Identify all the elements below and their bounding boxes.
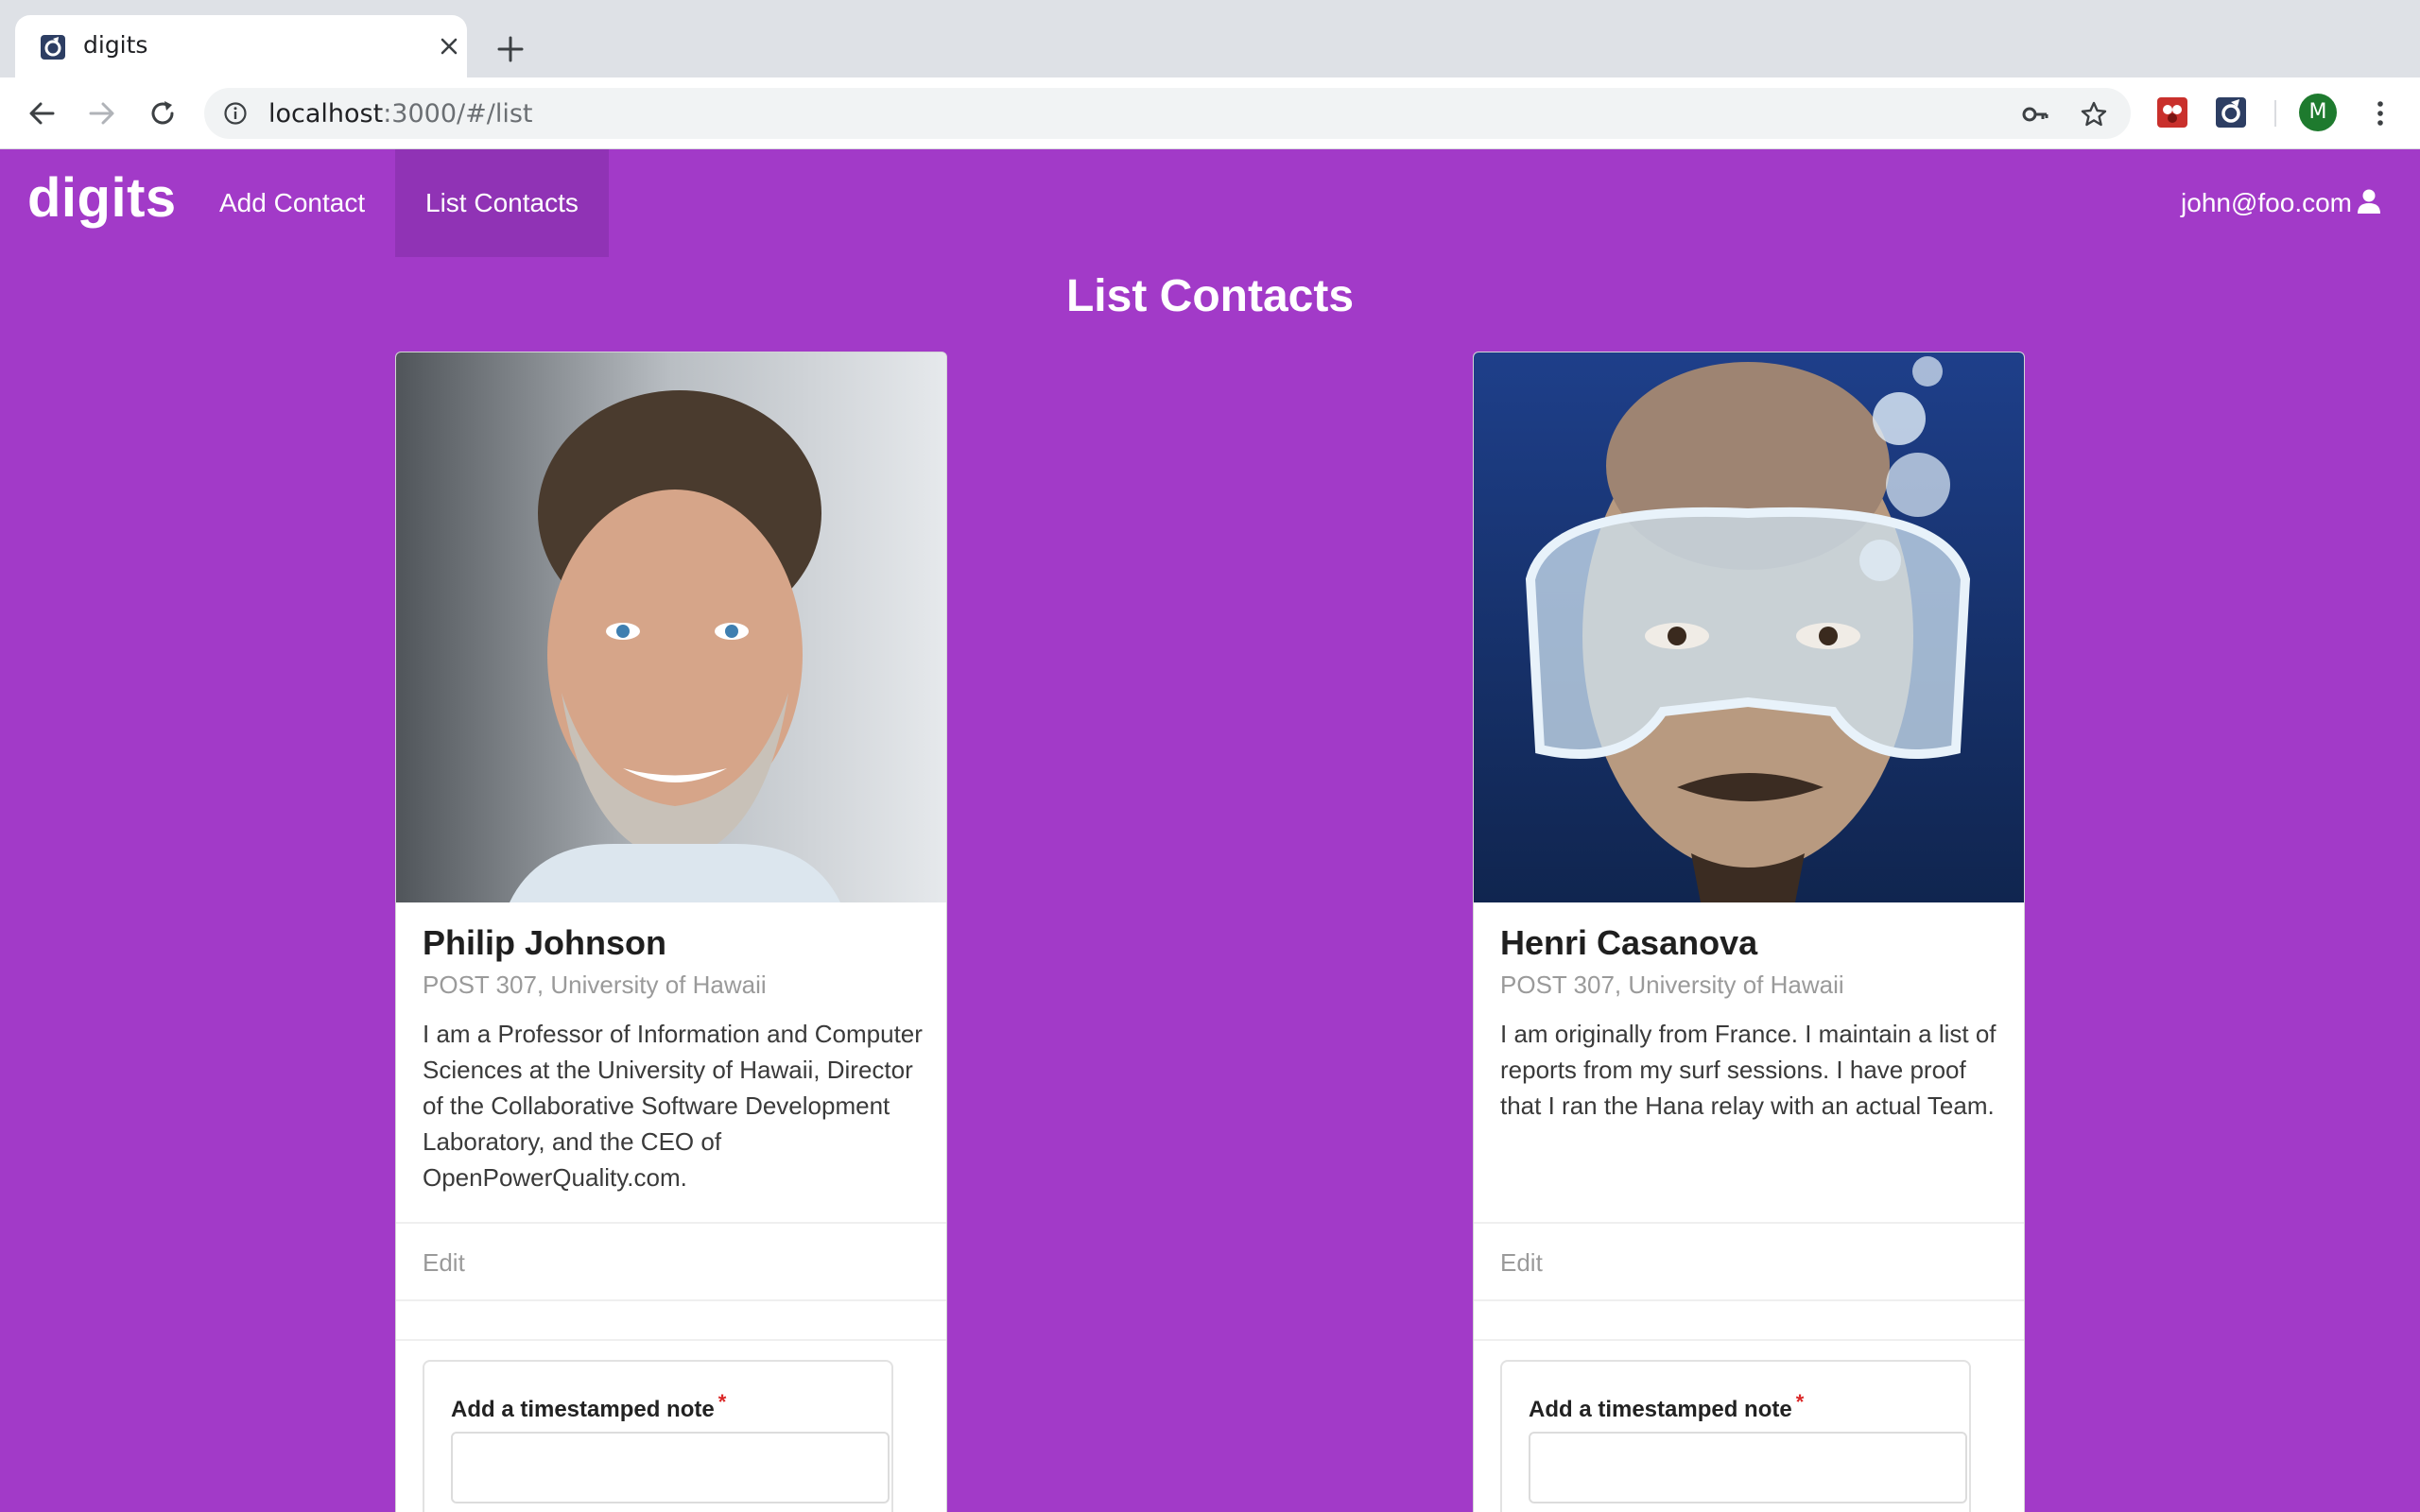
contact-name: Philip Johnson (423, 923, 666, 962)
required-asterisk: * (717, 1390, 727, 1414)
required-asterisk: * (1795, 1390, 1805, 1414)
back-arrow-icon[interactable] (25, 96, 59, 130)
card-divider (396, 1222, 946, 1224)
add-note-form: Add a timestamped note * (1500, 1360, 1971, 1512)
profile-avatar[interactable]: M (2299, 94, 2337, 131)
forward-arrow-icon[interactable] (85, 96, 119, 130)
address-bar[interactable]: localhost:3000/#/list (204, 88, 2131, 139)
url-text[interactable]: localhost:3000/#/list (268, 99, 533, 129)
reload-icon[interactable] (146, 96, 180, 130)
contact-description: I am a Professor of Information and Comp… (423, 1020, 923, 1192)
url-path: :3000/#/list (383, 99, 533, 129)
contact-photo (1474, 352, 2024, 902)
user-email: john@foo.com (2181, 188, 2352, 217)
edit-link[interactable]: Edit (1500, 1248, 1543, 1278)
extension-meteor-icon[interactable] (2214, 95, 2248, 129)
key-icon[interactable] (2021, 100, 2049, 129)
contact-description: I am originally from France. I maintain … (1500, 1020, 1996, 1120)
contact-address: POST 307, University of Hawaii (1500, 971, 1844, 999)
nav-list-contacts[interactable]: List Contacts (395, 149, 609, 257)
note-input[interactable] (1529, 1432, 1967, 1503)
contact-card: Henri Casanova POST 307, University of H… (1473, 352, 2025, 1512)
browser-menu-icon[interactable] (2363, 96, 2397, 130)
note-label-text: Add a timestamped note (1529, 1397, 1792, 1422)
contact-address: POST 307, University of Hawaii (423, 971, 767, 999)
site-favicon-icon (41, 35, 65, 60)
info-icon[interactable] (223, 101, 248, 126)
close-tab-icon[interactable] (437, 34, 461, 59)
note-label: Add a timestamped note * (451, 1390, 726, 1423)
card-divider (396, 1299, 946, 1301)
edit-link[interactable]: Edit (423, 1248, 465, 1278)
tab-title: digits (83, 31, 148, 59)
extension-record-icon[interactable] (2155, 95, 2189, 129)
browser-toolbar: localhost:3000/#/list M (0, 77, 2420, 149)
card-divider (1474, 1339, 2024, 1341)
card-divider (1474, 1222, 2024, 1224)
browser-tabstrip: digits (0, 0, 2420, 77)
url-host: localhost (268, 99, 384, 129)
card-divider (1474, 1299, 2024, 1301)
bookmark-star-icon[interactable] (2080, 100, 2108, 129)
page-title: List Contacts (1065, 271, 1355, 321)
user-menu[interactable]: john@foo.com (2181, 149, 2382, 257)
note-label-text: Add a timestamped note (451, 1397, 715, 1422)
contact-name: Henri Casanova (1500, 923, 1758, 962)
add-note-form: Add a timestamped note * (423, 1360, 893, 1512)
new-tab-icon[interactable] (493, 32, 527, 66)
card-divider (396, 1339, 946, 1341)
note-label: Add a timestamped note * (1529, 1390, 1804, 1423)
toolbar-separator (2274, 100, 2276, 127)
contact-card: Philip Johnson POST 307, University of H… (395, 352, 947, 1512)
contact-photo (396, 352, 946, 902)
note-input[interactable] (451, 1432, 890, 1503)
browser-tab[interactable]: digits (15, 15, 467, 77)
nav-add-contact[interactable]: Add Contact (189, 149, 395, 257)
brand-logo[interactable]: digits (27, 166, 177, 230)
user-icon (2358, 189, 2380, 214)
app-navbar: digits Add Contact List Contacts john@fo… (0, 149, 2420, 257)
